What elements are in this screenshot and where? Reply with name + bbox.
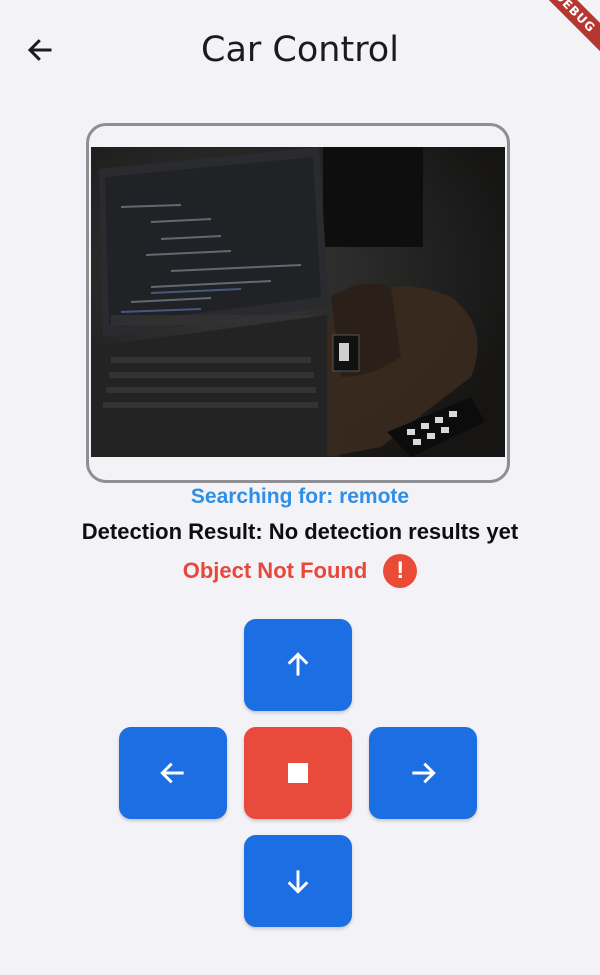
move-forward-button[interactable]: [244, 619, 352, 711]
app-bar: Car Control: [0, 0, 600, 100]
camera-frame: [86, 123, 510, 483]
object-status-text: Object Not Found: [182, 558, 368, 583]
object-status-row: Object Not Found !: [0, 554, 600, 588]
arrow-left-icon: [160, 762, 184, 784]
move-backward-button[interactable]: [244, 835, 352, 927]
turn-left-button[interactable]: [119, 727, 227, 819]
stop-icon: [288, 763, 308, 783]
turn-right-button[interactable]: [369, 727, 477, 819]
page-title: Car Control: [201, 30, 399, 70]
arrow-right-icon: [412, 762, 436, 784]
alert-icon: !: [383, 554, 418, 588]
camera-feed-image: [91, 147, 505, 457]
arrow-up-icon: [287, 652, 309, 676]
stop-button[interactable]: [244, 727, 352, 819]
searching-label: Searching for: remote: [190, 485, 410, 508]
arrow-down-icon: [287, 870, 309, 894]
detection-result-label: Detection Result: No detection results y…: [81, 519, 519, 544]
